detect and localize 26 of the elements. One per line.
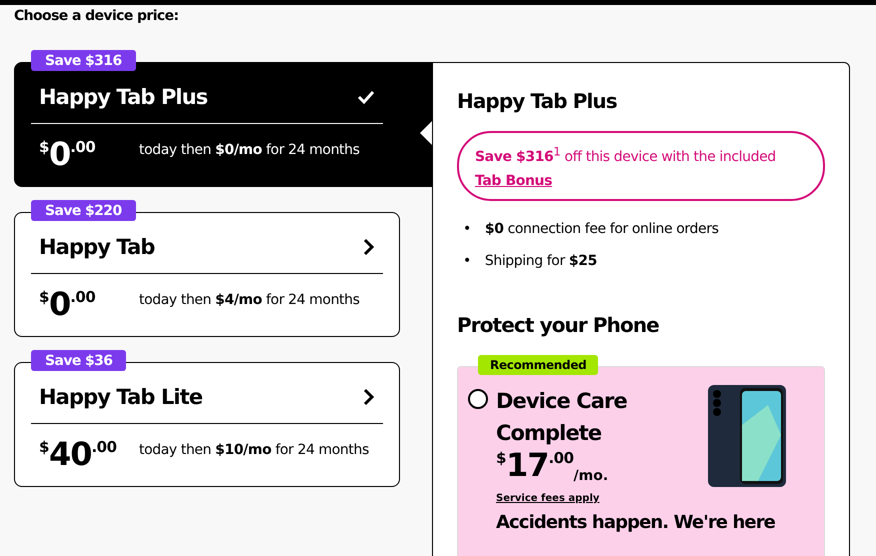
- section-heading: Choose a device price:: [14, 7, 180, 24]
- service-fees-link[interactable]: Service fees apply: [496, 492, 666, 504]
- promo-message: Save $316$^{1}$ off this device with the included Tab Bonus: [457, 131, 825, 201]
- device-name: Happy Tab Plus: [39, 85, 208, 109]
- recommended-badge: Recommended: [478, 354, 598, 375]
- payment-terms: today then $10/mo for 24 months: [139, 441, 369, 460]
- plan-tagline: Accidents happen. We're here: [496, 510, 776, 535]
- protection-title: Protect your Phone: [457, 312, 660, 337]
- device-name: Happy Tab: [39, 235, 155, 259]
- benefit-item: Shipping for $25: [484, 252, 597, 271]
- benefit-item: $0 connection fee for online orders: [484, 220, 718, 239]
- radio-button[interactable]: [468, 388, 488, 409]
- device-name: Happy Tab Lite: [39, 385, 202, 409]
- savings-badge: Save $220: [31, 200, 136, 221]
- savings-badge: Save $36: [31, 350, 126, 371]
- chevron-right-icon: [363, 238, 375, 256]
- tab-bonus-link[interactable]: Tab Bonus: [475, 172, 552, 189]
- savings-badge: Save $316: [31, 50, 136, 71]
- checkmark-icon: [357, 90, 375, 104]
- plan-name: Device Care Complete: [496, 388, 628, 447]
- payment-terms: today then $0/mo for 24 months: [139, 141, 360, 160]
- bullet-marker: •: [463, 252, 471, 271]
- payment-terms: today then $4/mo for 24 months: [139, 291, 360, 310]
- details-title: Happy Tab Plus: [457, 89, 618, 113]
- bullet-marker: •: [463, 220, 471, 239]
- chevron-right-icon: [363, 388, 375, 406]
